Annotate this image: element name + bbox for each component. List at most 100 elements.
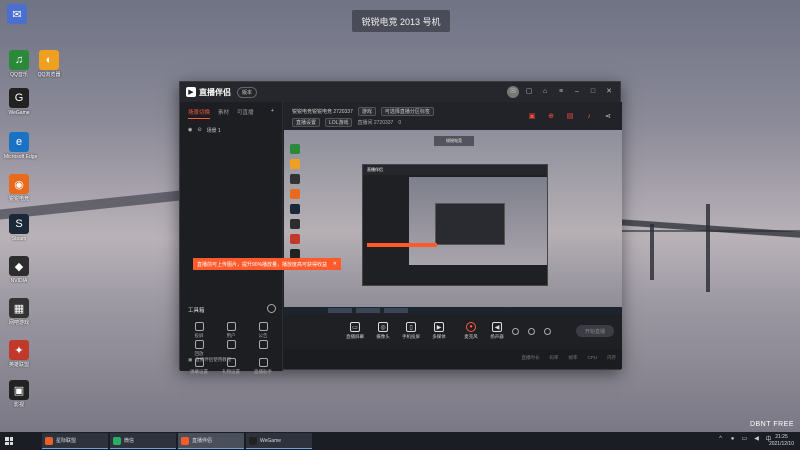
desktop-icon[interactable]: ◆ NVIDIA bbox=[4, 256, 34, 284]
status-cpu: CPU bbox=[587, 355, 597, 360]
room-name: 锐锐电竞锐锐电竞 2720337 bbox=[292, 109, 353, 115]
taskbar-item-label: 微信 bbox=[124, 438, 135, 444]
shirt-icon[interactable]: ⌂ bbox=[540, 86, 550, 96]
chevron-up-icon[interactable]: ^ bbox=[717, 435, 724, 442]
live-preview[interactable]: 锐锐电竞 直播伴侣 bbox=[284, 130, 622, 314]
desktop-icon[interactable]: ◉ 锐锐电竞 bbox=[4, 174, 34, 202]
wechat-tray-icon[interactable]: ● bbox=[729, 435, 736, 442]
clock[interactable]: 21:25 2021/12/10 bbox=[769, 434, 794, 448]
gift-icon[interactable]: ▢ bbox=[524, 86, 534, 96]
microphone-icon: ● bbox=[466, 322, 476, 332]
wegame-icon: G bbox=[9, 88, 29, 108]
category-select[interactable]: 可选择直播分区标签 bbox=[380, 107, 434, 116]
lock-icon[interactable]: ⊙ bbox=[197, 127, 201, 134]
tool-label: 回放 bbox=[194, 351, 204, 356]
share-icon[interactable]: ⋖ bbox=[604, 112, 612, 120]
settings-icon[interactable] bbox=[544, 328, 551, 335]
taskbar-app-icon bbox=[249, 436, 257, 445]
media-button[interactable]: ▶ 多媒体 bbox=[426, 322, 452, 340]
desktop-icon[interactable]: ▣ 影视 bbox=[4, 380, 34, 408]
tool-item[interactable] bbox=[250, 340, 276, 351]
tools-settings-icon[interactable] bbox=[267, 304, 276, 313]
tool-label: 公告 bbox=[258, 333, 268, 338]
eye-icon[interactable] bbox=[528, 328, 535, 335]
screen-capture-button[interactable]: ▭ 直播屏幕 bbox=[342, 322, 368, 340]
version-badge[interactable]: 版本 bbox=[237, 86, 258, 98]
edge-icon: e bbox=[9, 132, 29, 152]
game-select[interactable]: LOL游戏 bbox=[325, 118, 353, 127]
network-icon[interactable]: ▭ bbox=[741, 435, 748, 442]
windows-icon bbox=[5, 437, 13, 445]
tutorial-link[interactable]: ▣ 直播伴侣使用教程 bbox=[188, 357, 231, 363]
tool-item[interactable]: 回放 bbox=[186, 340, 212, 357]
start-live-button[interactable]: 开始直播 bbox=[576, 325, 614, 337]
tool-item[interactable]: 直播助手 bbox=[250, 358, 276, 375]
desktop-icon[interactable]: G WeGame bbox=[4, 88, 34, 116]
camera-button[interactable]: ◎ 摄像头 bbox=[370, 322, 396, 340]
add-scene-button[interactable]: + bbox=[271, 108, 274, 119]
app-logo: ▶ 直播伴侣 bbox=[186, 87, 231, 98]
live-companion-window[interactable]: ▶ 直播伴侣 版本 ✉ ▢ ⌂ ≡ – □ ✕ 场景切换 素材 可直播 + ◉ … bbox=[179, 81, 622, 374]
minimize-icon[interactable]: – bbox=[572, 86, 582, 96]
app-titlebar[interactable]: ▶ 直播伴侣 版本 ✉ ▢ ⌂ ≡ – □ ✕ bbox=[180, 82, 620, 102]
status-bitrate: 码率 bbox=[549, 355, 559, 360]
phone-cast-button[interactable]: ▯ 手机投屏 bbox=[398, 322, 424, 340]
desktop-icon[interactable]: ◐ QQ浏览器 bbox=[34, 50, 64, 78]
tool-label: 礼物设置 bbox=[222, 369, 240, 374]
record-icon[interactable] bbox=[512, 328, 519, 335]
desktop-icon[interactable]: ▦ 网吧游戏 bbox=[4, 298, 34, 326]
volume-icon[interactable]: ◀ bbox=[753, 435, 760, 442]
taskbar-item[interactable]: 直播伴侣 bbox=[178, 433, 244, 449]
preview-nested-screen bbox=[409, 177, 547, 265]
start-button[interactable] bbox=[0, 432, 18, 450]
live-settings-button[interactable]: 直播设置 bbox=[292, 118, 321, 127]
taskbar: 星际联盟 微信 直播伴侣 WeGame ^ ● ▭ ◀ 中 21:25 2021/12… bbox=[0, 432, 800, 450]
tool-item[interactable]: 公告 bbox=[250, 322, 276, 339]
tip-close-icon[interactable]: ✕ bbox=[333, 261, 337, 267]
tab-live[interactable]: 可直播 bbox=[237, 108, 254, 119]
tool-label: 直播助手 bbox=[254, 369, 272, 374]
scene-row[interactable]: ◉ ⊙ 场景 1 bbox=[180, 127, 282, 134]
cart-icon[interactable]: ⊕ bbox=[547, 112, 555, 120]
menu-icon[interactable]: ≡ bbox=[556, 86, 566, 96]
bell-icon[interactable]: ♪ bbox=[585, 112, 593, 120]
tool-item[interactable]: 投屏 bbox=[186, 322, 212, 339]
room-tag[interactable]: 游戏 bbox=[357, 107, 376, 116]
tab-scenes[interactable]: 场景切换 bbox=[188, 108, 211, 119]
desktop-icon[interactable]: S Steam bbox=[4, 214, 34, 242]
chart-icon[interactable]: ▤ bbox=[566, 112, 574, 120]
gift-box-icon[interactable]: ▣ bbox=[528, 112, 536, 120]
taskbar-item[interactable]: WeGame bbox=[246, 433, 312, 449]
desktop-icon-label: WeGame bbox=[8, 110, 30, 116]
close-icon[interactable]: ✕ bbox=[604, 86, 614, 96]
wallpaper-post bbox=[706, 204, 710, 292]
desktop-icon[interactable]: ♫ QQ音乐 bbox=[4, 50, 34, 78]
speaker-button[interactable]: ◀ 扬声器 bbox=[484, 322, 510, 340]
tool-item[interactable]: 用户 bbox=[218, 322, 244, 339]
desktop-icon-label: NVIDIA bbox=[10, 278, 28, 284]
tools-title: 工具箱 bbox=[188, 308, 205, 314]
viewer-count: 0 bbox=[398, 119, 402, 126]
tip-banner[interactable]: 直播前可上传图片，提升90%播放量，播放度高可获得收益 ✕ bbox=[193, 258, 341, 270]
microphone-button[interactable]: ● 麦克风 bbox=[458, 322, 484, 340]
netbar-icon: ▦ bbox=[9, 298, 29, 318]
desktop-icon[interactable]: e Microsoft Edge bbox=[4, 132, 37, 160]
room-info-bar: 锐锐电竞锐锐电竞 2720337 游戏 可选择直播分区标签 直播设置 LOL游戏… bbox=[284, 102, 622, 130]
maximize-icon[interactable]: □ bbox=[588, 86, 598, 96]
system-tray: ^ ● ▭ ◀ 中 bbox=[717, 435, 772, 444]
steam-icon: S bbox=[9, 214, 29, 234]
taskbar-item[interactable]: 微信 bbox=[110, 433, 176, 449]
taskbar-item[interactable]: 星际联盟 bbox=[42, 433, 108, 449]
message-icon[interactable]: ✉ bbox=[508, 86, 518, 96]
tool-label: 弹幕设置 bbox=[190, 369, 208, 374]
tool-item[interactable] bbox=[218, 340, 244, 351]
status-duration: 直播时长 bbox=[521, 355, 540, 360]
desktop-icon[interactable]: ✦ 英雄联盟 bbox=[4, 340, 34, 368]
eye-icon[interactable]: ◉ bbox=[188, 127, 192, 134]
status-bar: 直播时长 码率 帧率 CPU 内存 bbox=[284, 349, 622, 369]
preview-system-title: 锐锐电竞 bbox=[434, 136, 474, 146]
system-title: 锐锐电竞 2013 号机 bbox=[352, 10, 450, 32]
desktop-icon[interactable]: ✉ bbox=[2, 4, 32, 26]
tab-materials[interactable]: 素材 bbox=[218, 108, 229, 119]
preview-nested-title: 直播伴侣 bbox=[363, 165, 547, 175]
